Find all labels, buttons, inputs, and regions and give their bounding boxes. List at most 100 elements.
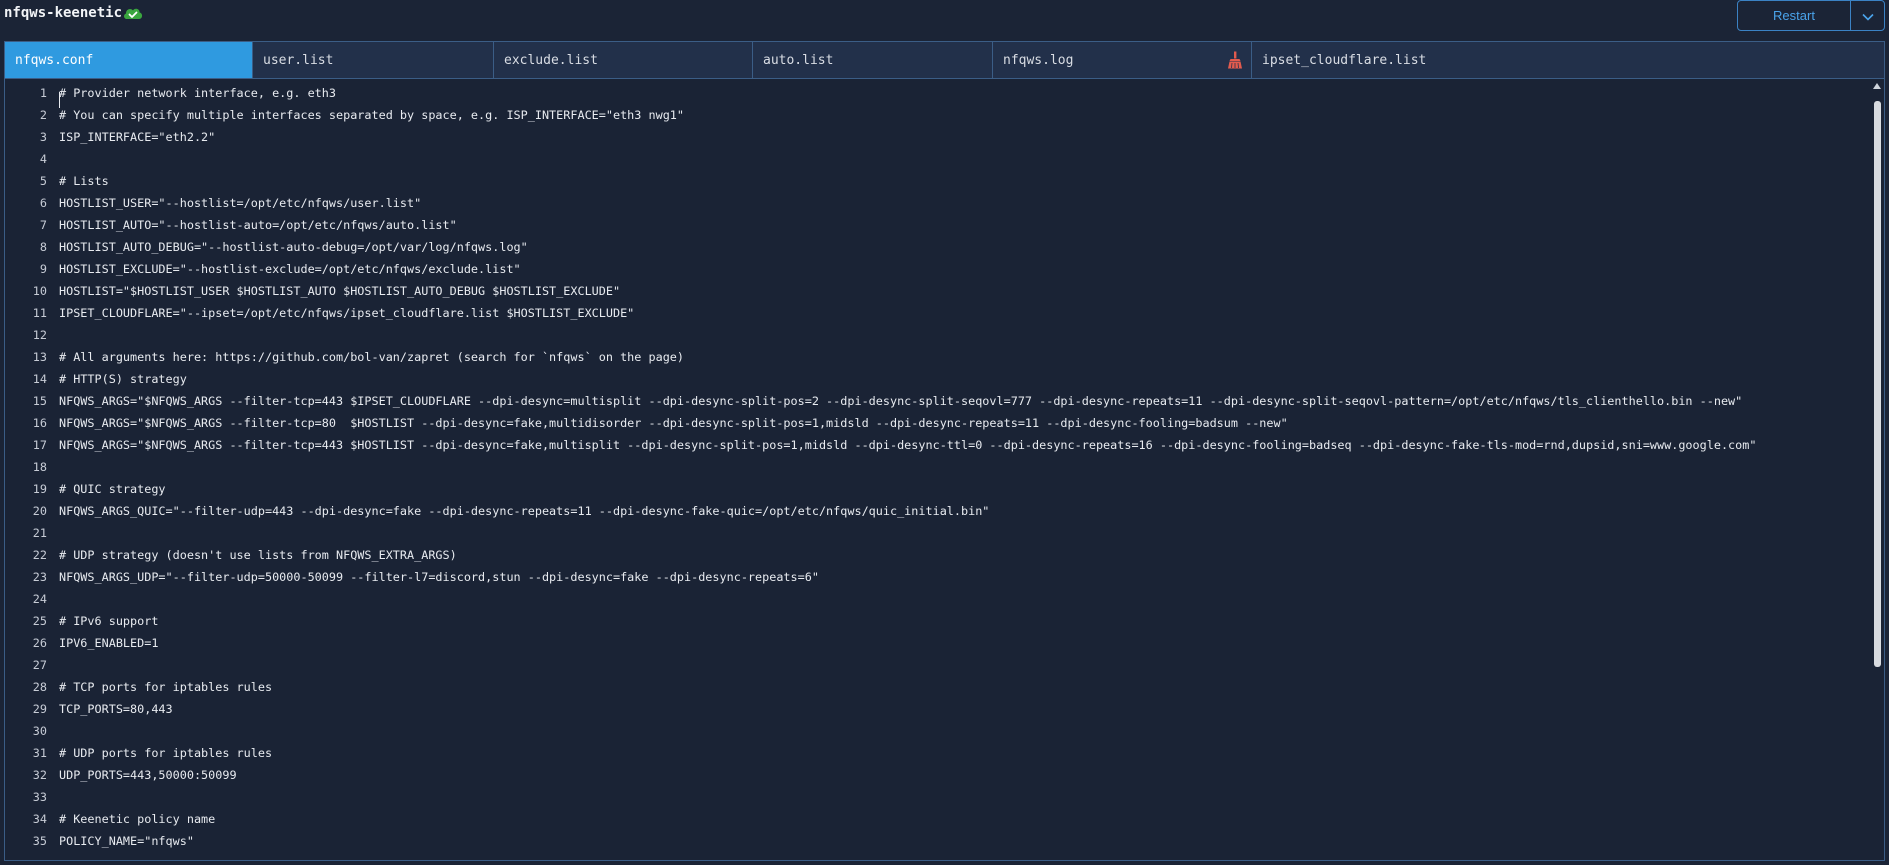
editor-line: 24: [5, 588, 1865, 610]
line-code: # Provider network interface, e.g. eth3: [59, 86, 336, 100]
line-code: # QUIC strategy: [59, 482, 166, 496]
line-code: # Lists: [59, 174, 109, 188]
line-code: HOSTLIST_USER="--hostlist=/opt/etc/nfqws…: [59, 196, 422, 210]
restart-menu-toggle[interactable]: [1850, 1, 1884, 30]
editor-line: 22 # UDP strategy (doesn't use lists from…: [5, 544, 1865, 566]
tab-label: auto.list: [763, 52, 834, 68]
line-number: 6: [39, 196, 47, 210]
line-code: NFQWS_ARGS="$NFQWS_ARGS --filter-tcp=443…: [59, 394, 1743, 408]
editor-line: 4: [5, 148, 1865, 170]
line-number: 8: [39, 240, 47, 254]
line-code: HOSTLIST_AUTO_DEBUG="--hostlist-auto-deb…: [59, 240, 528, 254]
editor-line: 32 UDP_PORTS=443,50000:50099: [5, 764, 1865, 786]
app-title: nfqws-keenetic: [4, 5, 123, 21]
editor-scrollbar[interactable]: [1870, 79, 1884, 860]
editor-line: 21: [5, 522, 1865, 544]
line-number: 1: [39, 86, 47, 100]
editor-line: 5 # Lists: [5, 170, 1865, 192]
editor-line: 11 IPSET_CLOUDFLARE="--ipset=/opt/etc/nfq…: [5, 302, 1865, 324]
chevron-down-icon: [1861, 6, 1874, 25]
editor-line: 6 HOSTLIST_USER="--hostlist=/opt/etc/nfqw…: [5, 192, 1865, 214]
line-code: # UDP strategy (doesn't use lists from N…: [59, 548, 457, 562]
file-tabs: nfqws.conf user.list exclude.list auto.l…: [4, 41, 1885, 78]
tab-nfqws-conf[interactable]: nfqws.conf: [5, 42, 253, 78]
app-header: nfqws-keenetic Restart: [0, 0, 1889, 40]
code-editor[interactable]: 1 # Provider network interface, e.g. eth3…: [4, 78, 1885, 861]
text-cursor: [59, 92, 60, 108]
tab-label: nfqws.log: [1003, 52, 1074, 68]
editor-line: 35 POLICY_NAME="nfqws": [5, 830, 1865, 852]
line-number: 35: [32, 834, 47, 848]
tab-ipset-cloudflare-list[interactable]: ipset_cloudflare.list: [1252, 42, 1884, 78]
editor-line: 15 NFQWS_ARGS="$NFQWS_ARGS --filter-tcp=4…: [5, 390, 1865, 412]
line-number: 30: [32, 724, 47, 738]
line-number: 14: [32, 372, 47, 386]
line-number: 9: [39, 262, 47, 276]
editor-line: 27: [5, 654, 1865, 676]
line-code: # UDP ports for iptables rules: [59, 746, 273, 760]
editor-line: 19 # QUIC strategy: [5, 478, 1865, 500]
line-code: UDP_PORTS=443,50000:50099: [59, 768, 237, 782]
scrollbar-thumb[interactable]: [1874, 101, 1881, 667]
tab-label: exclude.list: [504, 52, 598, 68]
line-code: POLICY_NAME="nfqws": [59, 834, 194, 848]
line-number: 4: [39, 152, 47, 166]
editor-line: 26 IPV6_ENABLED=1: [5, 632, 1865, 654]
editor-line: 30: [5, 720, 1865, 742]
editor-line: 34 # Keenetic policy name: [5, 808, 1865, 830]
editor-line: 20 NFQWS_ARGS_QUIC="--filter-udp=443 --dp…: [5, 500, 1865, 522]
line-number: 27: [32, 658, 47, 672]
tab-label: nfqws.conf: [15, 52, 94, 68]
restart-button-group: Restart: [1737, 0, 1885, 31]
editor-line: 3 ISP_INTERFACE="eth2.2": [5, 126, 1865, 148]
editor-line: 25 # IPv6 support: [5, 610, 1865, 632]
line-number: 29: [32, 702, 47, 716]
line-number: 33: [32, 790, 47, 804]
line-number: 22: [32, 548, 47, 562]
editor-line: 31 # UDP ports for iptables rules: [5, 742, 1865, 764]
tab-user-list[interactable]: user.list: [253, 42, 494, 78]
line-number: 18: [32, 460, 47, 474]
line-code: # You can specify multiple interfaces se…: [59, 108, 685, 122]
line-code: NFQWS_ARGS_UDP="--filter-udp=50000-50099…: [59, 570, 819, 584]
restart-button[interactable]: Restart: [1738, 1, 1850, 30]
editor-line: 13 # All arguments here: https://github.c…: [5, 346, 1865, 368]
editor-line: 17 NFQWS_ARGS="$NFQWS_ARGS --filter-tcp=4…: [5, 434, 1865, 456]
broom-icon[interactable]: [1227, 51, 1243, 69]
line-number: 24: [32, 592, 47, 606]
line-number: 11: [32, 306, 47, 320]
line-number: 17: [32, 438, 47, 452]
editor-line: 18: [5, 456, 1865, 478]
line-number: 28: [32, 680, 47, 694]
editor-line: 33: [5, 786, 1865, 808]
line-code: # HTTP(S) strategy: [59, 372, 187, 386]
line-code: HOSTLIST_EXCLUDE="--hostlist-exclude=/op…: [59, 262, 521, 276]
editor-line: 2 # You can specify multiple interfaces s…: [5, 104, 1865, 126]
editor-line: 14 # HTTP(S) strategy: [5, 368, 1865, 390]
line-number: 34: [32, 812, 47, 826]
editor-line: 29 TCP_PORTS=80,443: [5, 698, 1865, 720]
line-code: HOSTLIST_AUTO="--hostlist-auto=/opt/etc/…: [59, 218, 457, 232]
line-number: 23: [32, 570, 47, 584]
line-number: 10: [32, 284, 47, 298]
scroll-up-arrow-icon[interactable]: [1873, 83, 1881, 89]
line-number: 12: [32, 328, 47, 342]
tab-nfqws-log[interactable]: nfqws.log: [993, 42, 1252, 78]
line-code: # Keenetic policy name: [59, 812, 216, 826]
cloud-check-icon: [122, 4, 144, 22]
editor-line: 28 # TCP ports for iptables rules: [5, 676, 1865, 698]
line-number: 5: [39, 174, 47, 188]
line-code: NFQWS_ARGS="$NFQWS_ARGS --filter-tcp=80 …: [59, 416, 1288, 430]
editor-line: 23 NFQWS_ARGS_UDP="--filter-udp=50000-500…: [5, 566, 1865, 588]
editor-line: 1 # Provider network interface, e.g. eth3: [5, 82, 1865, 104]
tab-exclude-list[interactable]: exclude.list: [494, 42, 753, 78]
tab-auto-list[interactable]: auto.list: [753, 42, 993, 78]
line-number: 21: [32, 526, 47, 540]
line-code: # TCP ports for iptables rules: [59, 680, 273, 694]
editor-line: 7 HOSTLIST_AUTO="--hostlist-auto=/opt/etc…: [5, 214, 1865, 236]
line-code: IPV6_ENABLED=1: [59, 636, 159, 650]
line-code: # All arguments here: https://github.com…: [59, 350, 685, 364]
line-code: NFQWS_ARGS_QUIC="--filter-udp=443 --dpi-…: [59, 504, 990, 518]
line-number: 2: [39, 108, 47, 122]
editor-line: 10 HOSTLIST="$HOSTLIST_USER $HOSTLIST_AUT…: [5, 280, 1865, 302]
